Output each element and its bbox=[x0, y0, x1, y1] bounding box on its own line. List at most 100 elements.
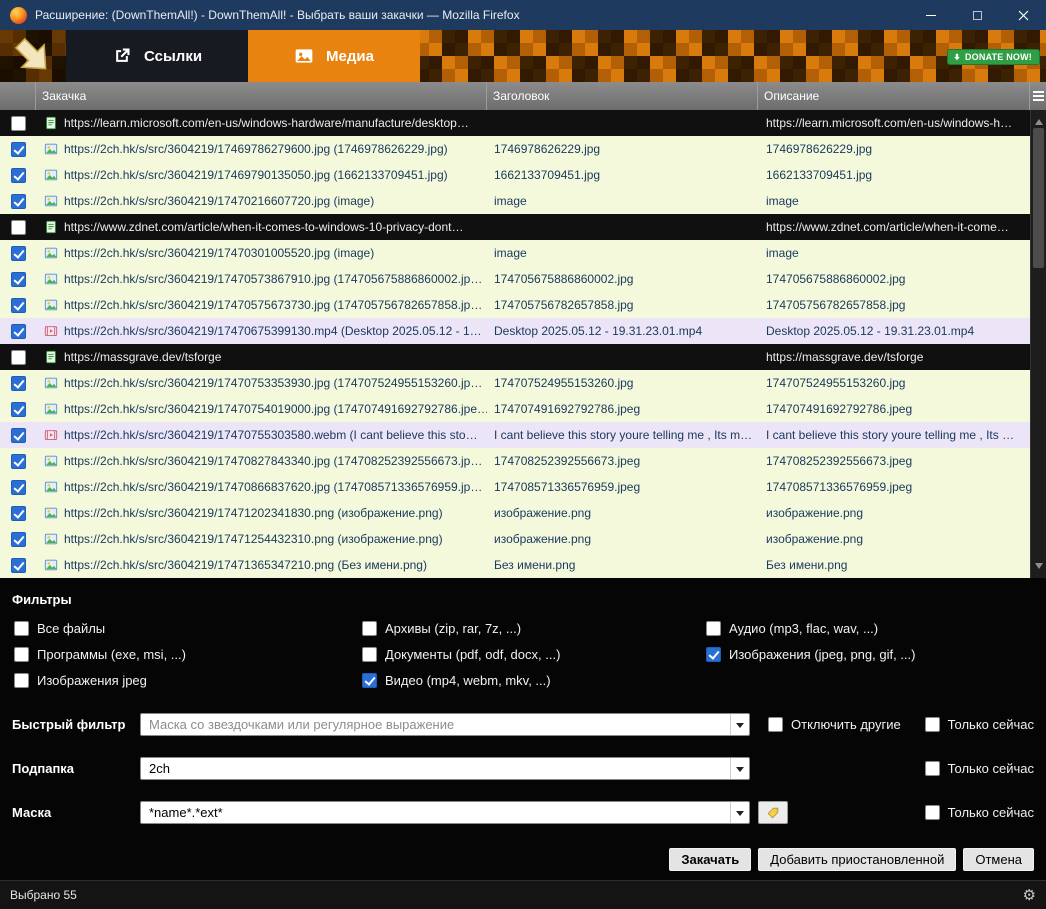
download-title: I cant believe this story youre telling … bbox=[494, 428, 753, 442]
download-description: image bbox=[766, 246, 799, 260]
filter-checkbox-item[interactable]: Программы (exe, msi, ...) bbox=[14, 647, 362, 662]
download-row[interactable]: https://2ch.hk/s/src/3604219/17470216607… bbox=[0, 188, 1030, 214]
close-button[interactable] bbox=[1000, 0, 1046, 30]
row-checkbox[interactable] bbox=[10, 531, 26, 547]
download-row[interactable]: https://2ch.hk/s/src/3604219/17471365347… bbox=[0, 552, 1030, 578]
row-checkbox[interactable] bbox=[10, 141, 26, 157]
download-title: image bbox=[494, 194, 527, 208]
download-row[interactable]: https://2ch.hk/s/src/3604219/17470866837… bbox=[0, 474, 1030, 500]
row-checkbox[interactable] bbox=[10, 193, 26, 209]
row-checkbox[interactable] bbox=[10, 557, 26, 573]
filter-checkbox[interactable] bbox=[706, 647, 721, 662]
row-checkbox[interactable] bbox=[10, 401, 26, 417]
row-checkbox[interactable] bbox=[10, 323, 26, 339]
add-paused-button[interactable]: Добавить приостановленной bbox=[758, 848, 957, 871]
window-titlebar: Расширение: (DownThemAll!) - DownThemAll… bbox=[0, 0, 1046, 30]
filter-checkbox-item[interactable]: Аудио (mp3, flac, wav, ...) bbox=[706, 621, 1036, 636]
subfolder-dropdown-icon[interactable] bbox=[730, 758, 749, 779]
filter-checkbox[interactable] bbox=[362, 621, 377, 636]
column-header-download[interactable]: Закачка bbox=[36, 82, 487, 110]
download-row[interactable]: https://massgrave.dev/tsforge https://ma… bbox=[0, 344, 1030, 370]
row-checkbox[interactable] bbox=[10, 167, 26, 183]
filter-checkbox[interactable] bbox=[706, 621, 721, 636]
donate-button[interactable]: DONATE NOW! bbox=[946, 49, 1040, 65]
row-checkbox[interactable] bbox=[10, 271, 26, 287]
column-header-checkbox[interactable] bbox=[0, 82, 36, 110]
download-row[interactable]: https://www.zdnet.com/article/when-it-co… bbox=[0, 214, 1030, 240]
quick-only-now-checkbox[interactable] bbox=[924, 717, 940, 732]
quick-filter-combobox[interactable]: Маска со звездочками или регулярное выра… bbox=[140, 713, 750, 736]
mask-combobox[interactable]: *name*.*ext* bbox=[140, 801, 750, 824]
row-checkbox[interactable] bbox=[10, 115, 26, 131]
cancel-button[interactable]: Отмена bbox=[963, 848, 1034, 871]
settings-gear-icon[interactable]: ⚙ bbox=[1023, 888, 1036, 903]
filter-checkbox-item[interactable]: Архивы (zip, rar, 7z, ...) bbox=[362, 621, 706, 636]
filter-checkbox[interactable] bbox=[14, 673, 29, 688]
subfolder-only-now-item[interactable]: Только сейчас bbox=[924, 761, 1034, 776]
tab-links[interactable]: Ссылки bbox=[66, 30, 249, 82]
filter-checkbox-item[interactable]: Все файлы bbox=[14, 621, 362, 636]
column-header-title[interactable]: Заголовок bbox=[487, 82, 758, 110]
row-checkbox[interactable] bbox=[10, 375, 26, 391]
download-row[interactable]: https://2ch.hk/s/src/3604219/17470827843… bbox=[0, 448, 1030, 474]
row-checkbox[interactable] bbox=[10, 453, 26, 469]
quick-only-now-item[interactable]: Только сейчас bbox=[924, 717, 1034, 732]
download-row[interactable]: https://2ch.hk/s/src/3604219/17470301005… bbox=[0, 240, 1030, 266]
tab-media[interactable]: Медиа bbox=[248, 30, 420, 82]
column-picker-button[interactable] bbox=[1030, 82, 1046, 110]
maximize-button[interactable] bbox=[954, 0, 1000, 30]
scroll-down-icon[interactable] bbox=[1035, 563, 1043, 573]
filter-checkbox-item[interactable]: Видео (mp4, webm, mkv, ...) bbox=[362, 673, 706, 688]
subfolder-only-now-checkbox[interactable] bbox=[924, 761, 940, 776]
image-file-icon bbox=[44, 558, 58, 572]
filter-checkbox[interactable] bbox=[362, 647, 377, 662]
column-header-description[interactable]: Описание bbox=[758, 82, 1030, 110]
download-row[interactable]: https://2ch.hk/s/src/3604219/17471254432… bbox=[0, 526, 1030, 552]
filter-label: Изображения jpeg bbox=[37, 673, 147, 688]
download-title: 1662133709451.jpg bbox=[494, 168, 601, 182]
quick-filter-dropdown-icon[interactable] bbox=[730, 714, 749, 735]
download-description: 174707524955153260.jpg bbox=[766, 376, 906, 390]
external-link-icon bbox=[116, 48, 130, 62]
download-url: https://2ch.hk/s/src/3604219/17470827843… bbox=[64, 454, 483, 468]
row-checkbox[interactable] bbox=[10, 245, 26, 261]
download-row[interactable]: https://2ch.hk/s/src/3604219/17471202341… bbox=[0, 500, 1030, 526]
download-row[interactable]: https://2ch.hk/s/src/3604219/17470573867… bbox=[0, 266, 1030, 292]
table-scrollbar[interactable] bbox=[1030, 110, 1046, 578]
mask-dropdown-icon[interactable] bbox=[730, 802, 749, 823]
download-row[interactable]: https://2ch.hk/s/src/3604219/17470753353… bbox=[0, 370, 1030, 396]
mask-only-now-checkbox[interactable] bbox=[924, 805, 940, 820]
filter-checkbox-item[interactable]: Изображения jpeg bbox=[14, 673, 362, 688]
subfolder-combobox[interactable]: 2ch bbox=[140, 757, 750, 780]
row-checkbox[interactable] bbox=[10, 479, 26, 495]
scrollbar-thumb[interactable] bbox=[1033, 128, 1044, 268]
download-row[interactable]: https://2ch.hk/s/src/3604219/17469786279… bbox=[0, 136, 1030, 162]
row-checkbox[interactable] bbox=[10, 219, 26, 235]
row-checkbox[interactable] bbox=[10, 427, 26, 443]
row-checkbox[interactable] bbox=[10, 505, 26, 521]
download-row[interactable]: https://learn.microsoft.com/en-us/window… bbox=[0, 110, 1030, 136]
filter-checkbox-item[interactable]: Изображения (jpeg, png, gif, ...) bbox=[706, 647, 1036, 662]
filter-checkbox[interactable] bbox=[14, 647, 29, 662]
disable-others-item[interactable]: Отключить другие bbox=[768, 717, 901, 732]
row-checkbox[interactable] bbox=[10, 349, 26, 365]
download-row[interactable]: https://2ch.hk/s/src/3604219/17470754019… bbox=[0, 396, 1030, 422]
image-file-icon bbox=[44, 298, 58, 312]
download-row[interactable]: https://2ch.hk/s/src/3604219/17470575673… bbox=[0, 292, 1030, 318]
download-url: https://2ch.hk/s/src/3604219/17470216607… bbox=[64, 194, 375, 208]
filter-checkbox[interactable] bbox=[14, 621, 29, 636]
scroll-up-icon[interactable] bbox=[1035, 115, 1043, 125]
download-row[interactable]: https://2ch.hk/s/src/3604219/17470755303… bbox=[0, 422, 1030, 448]
disable-others-checkbox[interactable] bbox=[768, 717, 783, 732]
mask-only-now-item[interactable]: Только сейчас bbox=[924, 805, 1034, 820]
download-row[interactable]: https://2ch.hk/s/src/3604219/17469790135… bbox=[0, 162, 1030, 188]
filter-checkbox[interactable] bbox=[362, 673, 377, 688]
minimize-button[interactable] bbox=[908, 0, 954, 30]
download-button[interactable]: Закачать bbox=[669, 848, 752, 871]
filter-checkbox-item[interactable]: Документы (pdf, odf, docx, ...) bbox=[362, 647, 706, 662]
download-row[interactable]: https://2ch.hk/s/src/3604219/17470675399… bbox=[0, 318, 1030, 344]
video-file-icon bbox=[44, 324, 58, 338]
quick-filter-value: Маска со звездочками или регулярное выра… bbox=[149, 717, 455, 732]
row-checkbox[interactable] bbox=[10, 297, 26, 313]
mask-tags-button[interactable] bbox=[758, 801, 788, 824]
